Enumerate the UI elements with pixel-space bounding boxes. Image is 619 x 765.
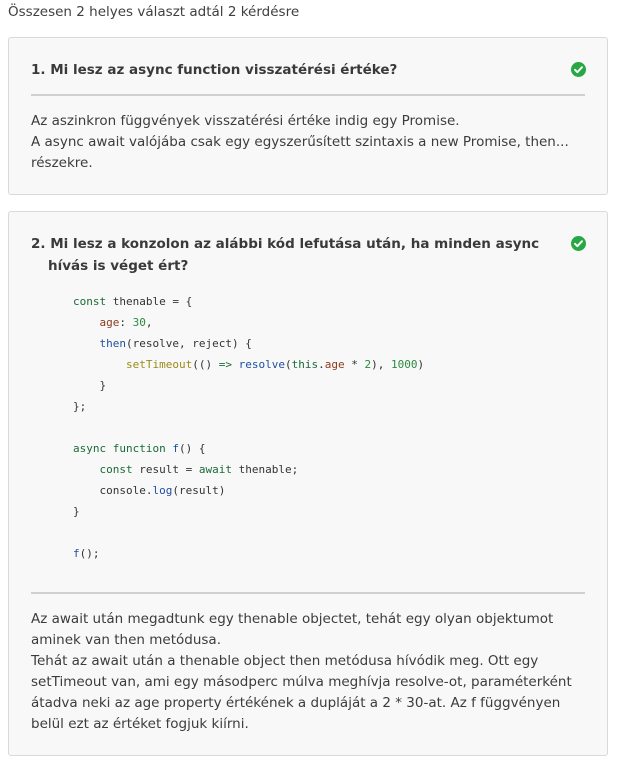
code-line: setTimeout(() => resolve(this.age * 2), …: [125, 358, 425, 371]
code-line: };: [73, 400, 87, 413]
question-header: 1. Mi lesz az async function visszatérés…: [31, 59, 586, 81]
answer-explanation: Az aszinkron függvények visszatérési ért…: [31, 111, 581, 174]
answer-paragraph: A async await valójába csak egy egyszerű…: [31, 134, 569, 171]
code-line: const result = await thenable;: [99, 463, 299, 476]
question-header: 2. Mi lesz a konzolon az alábbi kód lefu…: [31, 233, 586, 277]
code-line: f();: [73, 547, 100, 560]
divider: [31, 592, 585, 594]
check-circle-icon: [571, 62, 586, 77]
divider: [31, 94, 585, 96]
answer-paragraph: Tehát az await után a thenable object th…: [31, 653, 572, 732]
results-summary: Összesen 2 helyes választ adtál 2 kérdés…: [8, 4, 300, 20]
code-line: }: [73, 505, 80, 518]
code-snippet: const thenable = { age: 30, then(resolve…: [73, 291, 424, 564]
question-card-1: 1. Mi lesz az async function visszatérés…: [8, 37, 608, 195]
answer-paragraph: Az await után megadtunk egy thenable obj…: [31, 611, 554, 648]
code-line: then(resolve, reject) {: [99, 337, 252, 350]
question-title: 2. Mi lesz a konzolon az alábbi kód lefu…: [31, 236, 540, 274]
question-card-2: 2. Mi lesz a konzolon az alábbi kód lefu…: [8, 211, 608, 756]
code-line: console.log(result): [73, 484, 226, 497]
question-title: 1. Mi lesz az async function visszatérés…: [31, 62, 398, 78]
check-circle-icon: [571, 236, 586, 251]
code-line: async function f() {: [73, 442, 206, 455]
code-line: age: 30,: [99, 316, 153, 329]
answer-paragraph: Az aszinkron függvények visszatérési ért…: [31, 113, 460, 129]
code-line: const thenable = {: [73, 295, 193, 308]
answer-explanation: Az await után megadtunk egy thenable obj…: [31, 609, 581, 735]
code-line: }: [73, 379, 107, 392]
